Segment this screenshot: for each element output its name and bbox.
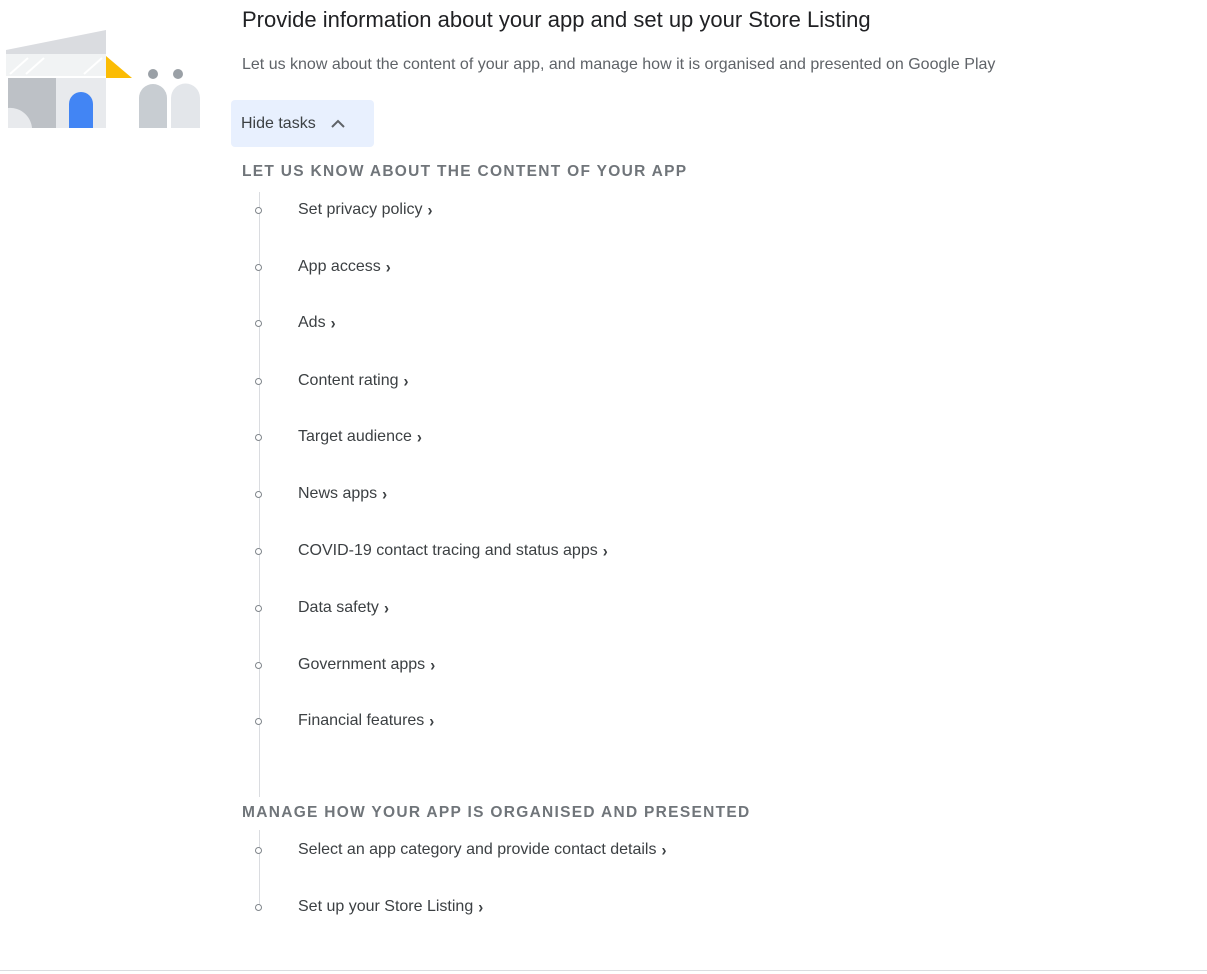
- task-app-category[interactable]: Select an app category and provide conta…: [252, 839, 666, 861]
- task-label: Data safety: [298, 599, 379, 616]
- task-financial-features[interactable]: Financial features ›: [252, 710, 434, 732]
- hide-tasks-label: Hide tasks: [241, 114, 316, 132]
- task-ads[interactable]: Ads ›: [252, 312, 336, 334]
- chevron-up-icon: [330, 119, 345, 128]
- task-label: Government apps: [298, 656, 426, 673]
- chevron-right-icon: ›: [416, 427, 422, 447]
- task-label: App access: [298, 258, 381, 275]
- task-label: Target audience: [298, 428, 412, 445]
- task-label: Financial features: [298, 712, 425, 729]
- section-heading-organise: MANAGE HOW YOUR APP IS ORGANISED AND PRE…: [242, 804, 751, 821]
- page-subtitle: Let us know about the content of your ap…: [242, 56, 996, 73]
- task-set-privacy-policy[interactable]: Set privacy policy ›: [252, 199, 433, 221]
- task-data-safety[interactable]: Data safety ›: [252, 597, 389, 619]
- task-label: Select an app category and provide conta…: [298, 841, 657, 858]
- task-status-circle-icon: [255, 547, 262, 555]
- task-status-circle-icon: [255, 433, 262, 441]
- task-status-circle-icon: [255, 661, 262, 669]
- chevron-right-icon: ›: [330, 313, 336, 333]
- task-status-circle-icon: [255, 319, 262, 327]
- task-government-apps[interactable]: Government apps ›: [252, 654, 435, 676]
- chevron-right-icon: ›: [478, 897, 484, 917]
- section-heading-content: LET US KNOW ABOUT THE CONTENT OF YOUR AP…: [242, 163, 688, 180]
- chevron-right-icon: ›: [427, 200, 433, 220]
- task-status-circle-icon: [255, 377, 262, 385]
- task-label: News apps: [298, 485, 378, 502]
- task-label: COVID-19 contact tracing and status apps: [298, 542, 598, 559]
- task-status-circle-icon: [255, 490, 262, 498]
- task-label: Set privacy policy: [298, 201, 423, 218]
- chevron-right-icon: ›: [429, 711, 435, 731]
- task-store-listing[interactable]: Set up your Store Listing ›: [252, 896, 483, 918]
- task-status-circle-icon: [255, 846, 262, 854]
- store-setup-page: Provide information about your app and s…: [0, 0, 1207, 974]
- task-content-rating[interactable]: Content rating ›: [252, 370, 409, 392]
- task-label: Content rating: [298, 372, 399, 389]
- chevron-right-icon: ›: [382, 484, 388, 504]
- store-illustration-icon: [6, 30, 200, 128]
- task-status-circle-icon: [255, 206, 262, 214]
- chevron-right-icon: ›: [403, 371, 409, 391]
- task-news-apps[interactable]: News apps ›: [252, 483, 387, 505]
- chevron-right-icon: ›: [661, 840, 667, 860]
- task-status-circle-icon: [255, 717, 262, 725]
- task-status-circle-icon: [255, 263, 262, 271]
- chevron-right-icon: ›: [430, 655, 436, 675]
- chevron-right-icon: ›: [602, 541, 608, 561]
- task-label: Set up your Store Listing: [298, 898, 474, 915]
- task-target-audience[interactable]: Target audience ›: [252, 426, 422, 448]
- chevron-right-icon: ›: [385, 257, 391, 277]
- hide-tasks-button[interactable]: Hide tasks: [231, 100, 374, 147]
- chevron-right-icon: ›: [383, 598, 389, 618]
- task-status-circle-icon: [255, 903, 262, 911]
- page-title: Provide information about your app and s…: [242, 7, 871, 32]
- task-covid-apps[interactable]: COVID-19 contact tracing and status apps…: [252, 540, 608, 562]
- task-app-access[interactable]: App access ›: [252, 256, 391, 278]
- bottom-divider: [0, 970, 1207, 971]
- task-status-circle-icon: [255, 604, 262, 612]
- task-label: Ads: [298, 314, 326, 331]
